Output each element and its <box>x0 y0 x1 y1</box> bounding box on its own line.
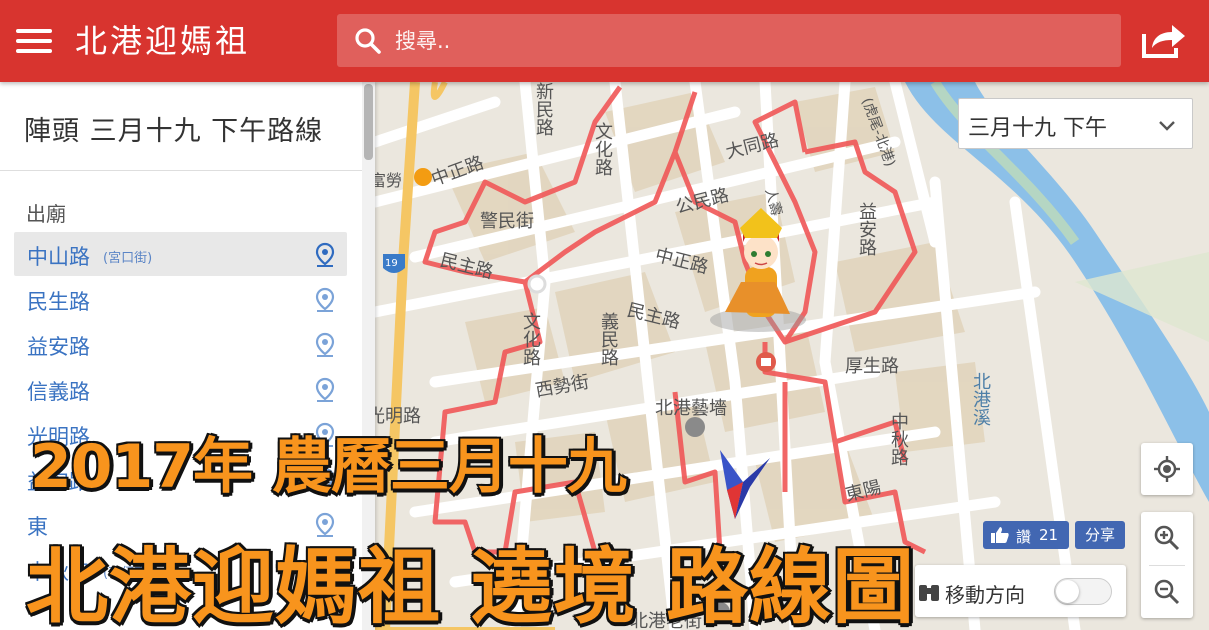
caption-date: 2017年 農曆三月十九 <box>29 431 629 504</box>
sidebar-route-item[interactable]: 益安路 <box>14 322 347 366</box>
facebook-like-count: 21 <box>1039 526 1059 544</box>
chevron-down-icon <box>1159 121 1175 131</box>
map-label-zhongqiu: 中秋路 <box>888 412 909 466</box>
facebook-share-button[interactable]: 分享 <box>1075 521 1125 549</box>
facebook-like-label: 讚 <box>1016 528 1032 546</box>
search-icon[interactable] <box>353 26 383 56</box>
thumbs-up-icon <box>991 527 1009 543</box>
map-label-beigangpei: 北港藝墻 <box>655 398 727 419</box>
search-bar <box>337 14 1121 67</box>
map-label-yian: 益安路 <box>856 202 877 256</box>
zoom-controls <box>1141 512 1193 618</box>
app-title: 北港迎媽祖 <box>75 22 251 60</box>
binoculars-icon <box>919 585 939 601</box>
map-pin-icon[interactable] <box>314 287 336 313</box>
app-header: 北港迎媽祖 <box>0 0 1209 82</box>
route-item-name: 民生路 <box>27 290 90 314</box>
sidebar-divider <box>0 170 362 171</box>
map-pin-icon[interactable] <box>314 242 336 268</box>
map-label-yimin: 義民路 <box>598 312 619 366</box>
sidebar-route-item[interactable]: 民生路 <box>14 277 347 321</box>
move-direction-toggle[interactable] <box>1054 578 1112 605</box>
route-item-name: 中山路 <box>27 245 90 269</box>
map-label-fumao: 富勞 <box>375 171 403 190</box>
map-label-housheng: 厚生路 <box>845 356 899 377</box>
locate-button[interactable] <box>1141 443 1193 495</box>
move-direction-panel: 移動方向 <box>915 565 1126 617</box>
search-input[interactable] <box>395 24 1095 57</box>
caption-title: 北港迎媽祖 遶境 路線圖 <box>24 539 916 630</box>
move-direction-label: 移動方向 <box>945 583 1025 607</box>
share-icon[interactable] <box>1140 20 1188 60</box>
map-label-xinmin: 新民路 <box>533 82 554 136</box>
menu-icon[interactable] <box>16 27 54 55</box>
zoom-divider <box>1149 565 1185 566</box>
route-item-name: 信義路 <box>27 380 90 404</box>
zoom-out-icon[interactable] <box>1153 578 1181 606</box>
map-pin-icon[interactable] <box>314 332 336 358</box>
route-item-sub: (宮口街) <box>103 251 153 266</box>
sidebar-scroll-thumb[interactable] <box>364 84 373 160</box>
locate-icon <box>1154 456 1180 482</box>
map-label-beigangxi: 北港溪 <box>970 372 991 426</box>
map-pin-icon[interactable] <box>314 377 336 403</box>
sidebar-route-item[interactable]: 中山路 (宮口街) <box>14 232 347 276</box>
sidebar-title: 陣頭 三月十九 下午路線 <box>24 116 324 147</box>
sidebar-section-label: 出廟 <box>26 202 66 226</box>
day-select-value: 三月十九 下午 <box>968 116 1107 141</box>
map-label-wenhua-top: 文化路 <box>592 122 613 176</box>
toggle-knob <box>1056 580 1079 603</box>
route-item-name: 益安路 <box>27 335 90 359</box>
day-select[interactable]: 三月十九 下午 <box>958 98 1193 149</box>
map-label-jingmin: 警民街 <box>480 211 534 232</box>
route-shield-label: 19 <box>385 258 398 269</box>
sidebar-route-item[interactable]: 信義路 <box>14 367 347 411</box>
zoom-in-icon[interactable] <box>1153 524 1181 552</box>
facebook-like-button[interactable]: 讚 21 <box>983 521 1069 549</box>
map-label-wenhua-mid: 文化路 <box>520 312 541 366</box>
